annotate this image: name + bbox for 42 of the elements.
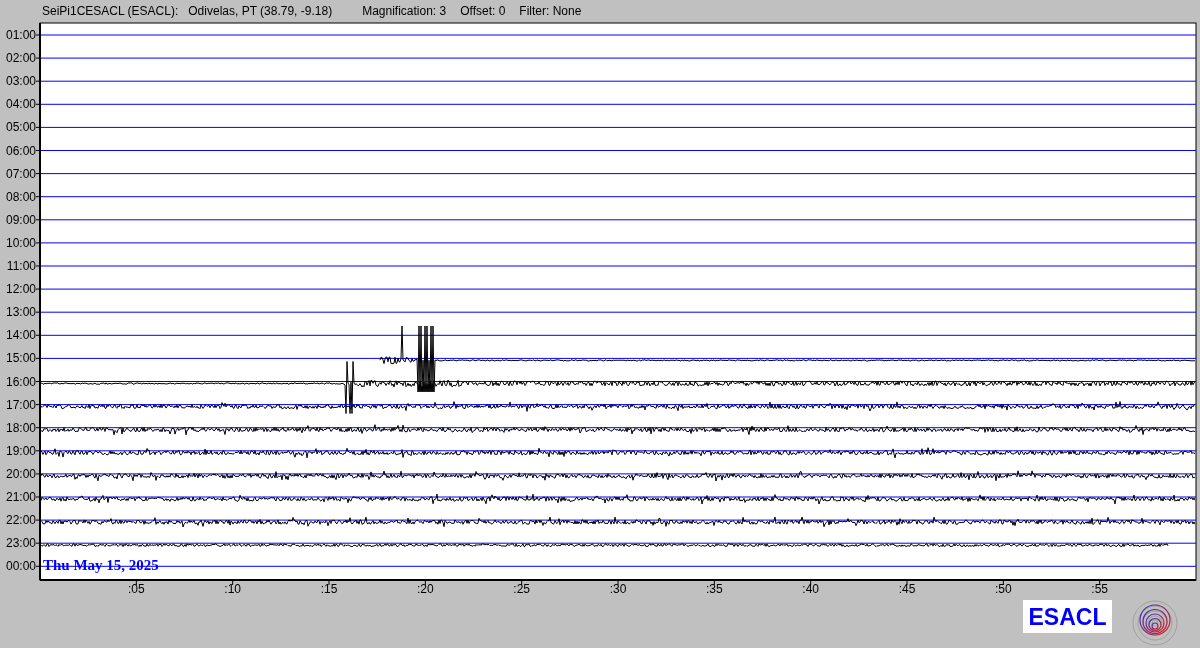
hour-label: 04:00 — [5, 97, 36, 112]
minute-label: :55 — [1091, 582, 1108, 596]
hour-label: 16:00 — [5, 374, 36, 389]
hour-label: 12:00 — [5, 282, 36, 297]
minute-label: :40 — [802, 582, 819, 596]
hour-label: 18:00 — [5, 420, 36, 435]
location-label: Odivelas, PT (38.79, -9.18) — [188, 4, 333, 18]
minute-label: :30 — [609, 582, 627, 596]
minute-label: :35 — [706, 582, 723, 596]
hour-label: 08:00 — [5, 189, 36, 204]
hour-label: 15:00 — [5, 351, 36, 366]
hour-label: 09:00 — [5, 212, 36, 227]
hour-label: 02:00 — [5, 51, 36, 66]
setting-label: Magnification: 3 — [362, 4, 447, 18]
hour-label: 13:00 — [5, 305, 36, 320]
minute-label: :10 — [224, 582, 241, 596]
logo-badge: ESACL — [1023, 600, 1112, 633]
hour-label: 06:00 — [5, 143, 36, 158]
minute-label: :15 — [320, 582, 338, 596]
minute-label: :50 — [995, 582, 1012, 596]
station-label: SeiPi1CESACL (ESACL): — [42, 4, 179, 18]
hour-label: 07:00 — [5, 166, 36, 181]
hour-label: 22:00 — [5, 513, 36, 528]
hour-label: 14:00 — [5, 328, 36, 343]
minute-label: :25 — [513, 582, 530, 596]
hour-label: 17:00 — [5, 397, 36, 412]
hour-label: 19:00 — [5, 443, 36, 458]
hour-label: 10:00 — [5, 235, 36, 250]
hour-label: 05:00 — [5, 120, 36, 135]
hour-label: 20:00 — [5, 466, 36, 481]
minute-label: :20 — [417, 582, 434, 596]
hour-label: 00:00 — [5, 559, 36, 574]
setting-label: Filter: None — [519, 4, 582, 18]
hour-label: 11:00 — [6, 259, 36, 273]
hour-label: 01:00 — [5, 28, 36, 42]
hour-label: 21:00 — [5, 490, 36, 504]
ripple-logo-icon — [1132, 600, 1178, 646]
minute-label: :45 — [898, 582, 916, 596]
hour-label: 03:00 — [5, 74, 36, 89]
setting-label: Offset: 0 — [460, 4, 506, 18]
hour-label: 23:00 — [5, 536, 36, 551]
minute-label: :05 — [128, 582, 145, 596]
